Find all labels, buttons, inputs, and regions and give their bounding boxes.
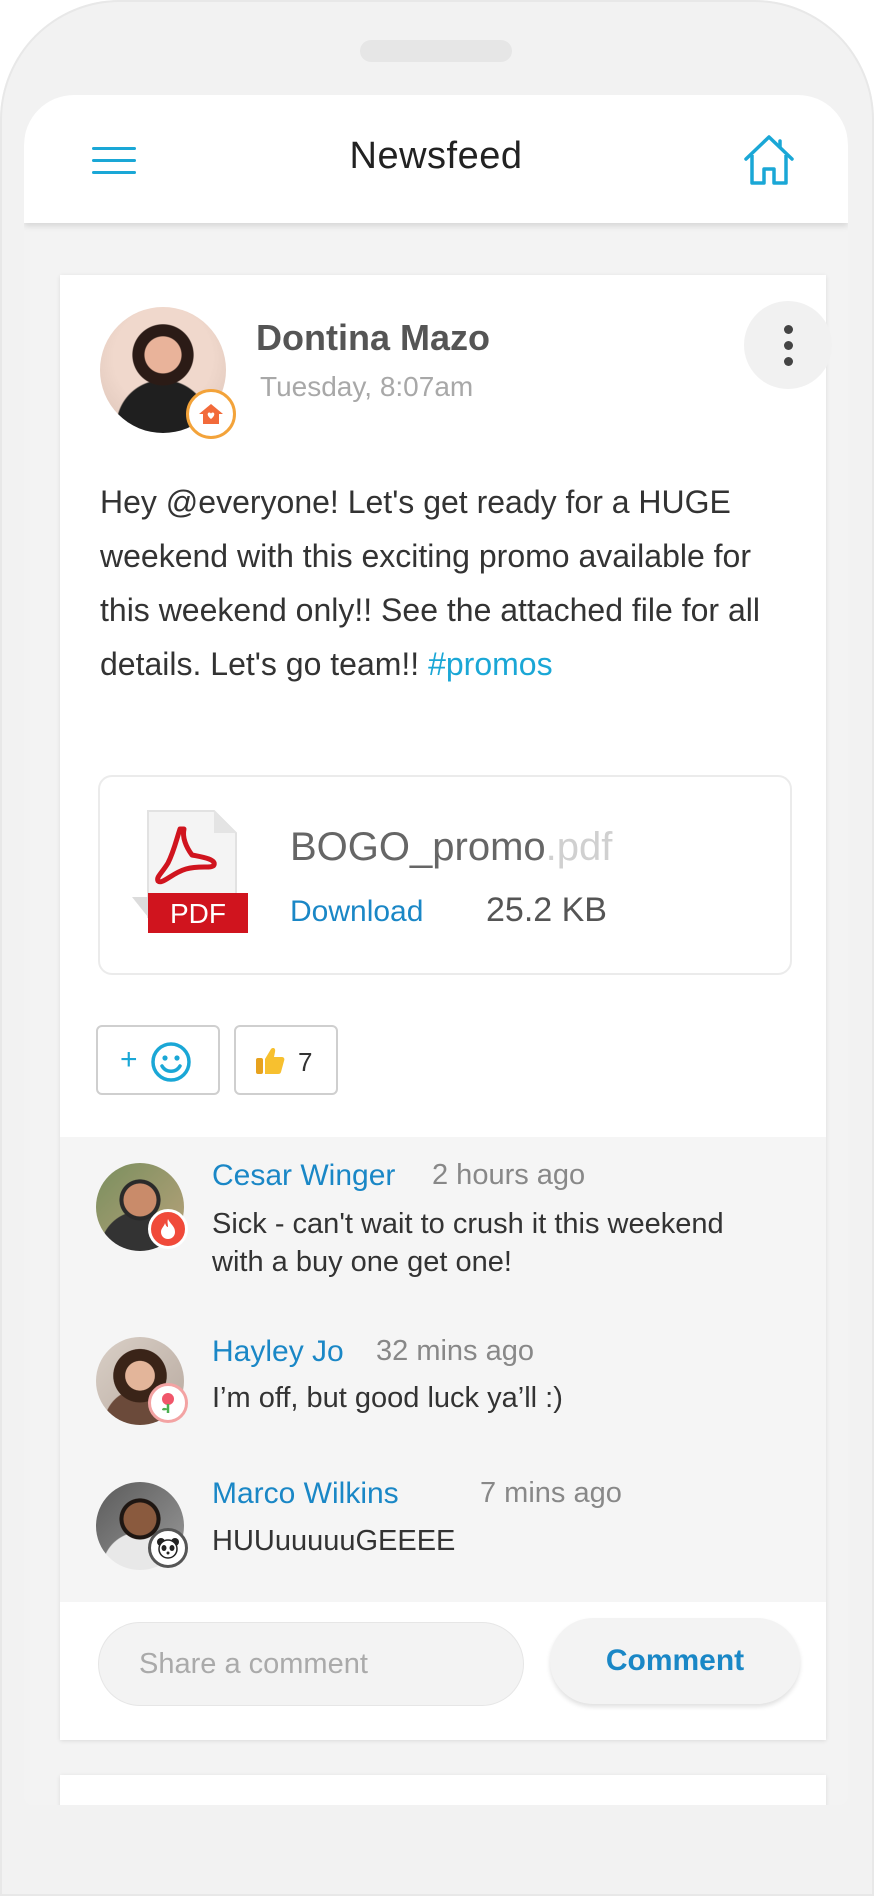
thumbs-up-reaction-button[interactable]: 7 [234,1025,338,1095]
comment-text: Sick - can't wait to crush it this weeke… [212,1208,724,1278]
flower-icon [148,1383,188,1423]
comment-composer: Comment [60,1602,826,1740]
comment-author-name[interactable]: Hayley Jo [212,1335,344,1369]
comment-author-name[interactable]: Marco Wilkins [212,1477,399,1511]
app-screen: Newsfeed Dontina Mazo Tuesday, 8:07am He… [24,95,848,1805]
page-title: Newsfeed [349,135,523,177]
file-attachment[interactable]: PDF BOGO_promo.pdf Download 25.2 KB [98,775,792,975]
download-link[interactable]: Download [290,895,423,929]
comments-section: Cesar Winger 2 hours ago Sick - can't wa… [60,1137,826,1602]
post-card: Dontina Mazo Tuesday, 8:07am Hey @everyo… [60,275,832,1740]
more-dot-icon [783,356,793,366]
panda-icon [148,1528,188,1568]
house-badge-icon [186,389,236,439]
pdf-icon-label: PDF [170,898,226,929]
comment-text: HUUuuuuuGEEEE [212,1525,456,1557]
comment-author-name[interactable]: Cesar Winger [212,1159,395,1193]
more-dot-icon [783,340,793,350]
fire-icon [148,1209,188,1249]
comment-text: I’m off, but good luck ya’ll :) [212,1382,563,1414]
more-dot-icon [783,324,793,334]
file-base-name: BOGO_promo [290,825,546,869]
hashtag-link[interactable]: #promos [428,646,553,682]
plus-label: + [120,1043,138,1076]
more-options-button[interactable] [744,301,832,389]
next-post-card [60,1775,826,1805]
home-icon[interactable] [740,131,798,189]
attachment-file-name: BOGO_promo.pdf [290,825,612,870]
file-extension: .pdf [545,825,613,869]
comment-input[interactable] [98,1622,524,1706]
thumbs-up-icon [256,1048,285,1074]
phone-speaker [360,40,512,62]
post-author-name[interactable]: Dontina Mazo [256,317,490,359]
comment-timestamp: 2 hours ago [432,1159,586,1191]
phone-frame: Newsfeed Dontina Mazo Tuesday, 8:07am He… [0,0,874,1896]
post-timestamp: Tuesday, 8:07am [260,371,474,402]
top-navbar: Newsfeed [24,95,848,223]
post-body: Hey @everyone! Let's get ready for a HUG… [100,475,800,691]
like-count: 7 [298,1047,313,1077]
comment-button[interactable]: Comment [550,1618,800,1704]
comment-timestamp: 32 mins ago [376,1335,534,1367]
comment-timestamp: 7 mins ago [480,1477,622,1509]
smiley-icon [151,1042,191,1082]
file-size: 25.2 KB [486,891,607,929]
pdf-file-icon: PDF [132,810,248,933]
add-reaction-button[interactable]: + [96,1025,220,1095]
